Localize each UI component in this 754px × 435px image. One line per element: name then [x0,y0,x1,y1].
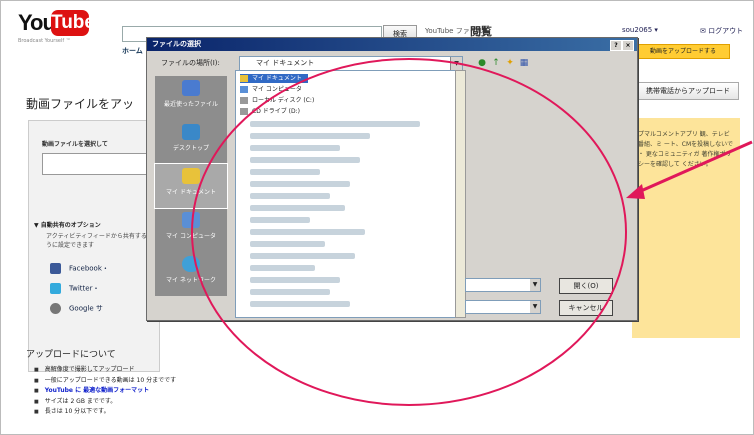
pointer-arrow-line [633,140,753,196]
highlight-ellipse [191,58,627,406]
pointer-arrow-head [626,184,645,199]
annotation-overlay [191,58,753,406]
